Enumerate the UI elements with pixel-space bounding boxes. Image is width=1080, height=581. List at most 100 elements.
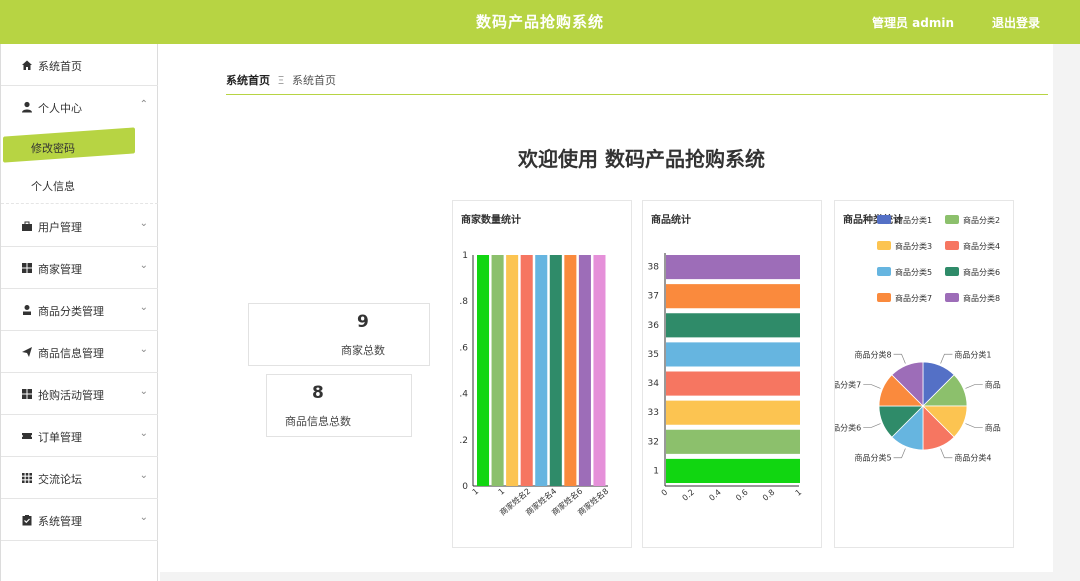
pie-label-line xyxy=(893,448,906,459)
sidebar-item-product-categories[interactable]: 商品分类管理 ⌄ xyxy=(1,289,158,331)
pie-label-line xyxy=(940,448,953,459)
bar-7 xyxy=(564,255,577,486)
bar-3 xyxy=(506,255,519,486)
bar-2 xyxy=(491,255,504,486)
y-tick-label: 35 xyxy=(648,350,659,360)
sidebar-item-merchants[interactable]: 商家管理 ⌄ xyxy=(1,247,158,289)
sidebar-item-personal-center[interactable]: 个人中心 ⌃ xyxy=(1,86,158,128)
bar-8 xyxy=(666,255,800,280)
bar-5 xyxy=(666,342,800,367)
sidebar-item-label: 系统管理 xyxy=(38,515,82,528)
breadcrumb-divider xyxy=(226,94,1048,95)
y-tick-label: .2 xyxy=(459,436,468,446)
bar-5 xyxy=(535,255,548,486)
person-icon xyxy=(23,305,31,315)
chevron-down-icon: ⌄ xyxy=(139,302,148,313)
welcome-title: 欢迎使用 数码产品抢购系统 xyxy=(518,147,765,171)
y-tick-label: 1 xyxy=(462,251,468,261)
legend-label: 商品分类4 xyxy=(963,241,1000,251)
chevron-down-icon: ⌄ xyxy=(139,344,148,355)
pie-slice-label: 商品 xyxy=(985,380,1001,390)
sidebar-item-label: 商品信息管理 xyxy=(38,347,104,360)
legend-label: 商品分类1 xyxy=(895,215,932,225)
sidebar-item-label: 商品分类管理 xyxy=(38,305,104,318)
chevron-down-icon: ⌄ xyxy=(139,470,148,481)
bar-9 xyxy=(593,255,606,486)
chart-panel-categories: 商品种类统计 商品分类1 商品分类2 商品分类3 商品分类4 商品分类5 商品分类6 商品分… xyxy=(834,200,1014,548)
legend-swatch xyxy=(945,215,959,224)
bar-7 xyxy=(666,284,800,309)
sidebar-item-home[interactable]: 系统首页 xyxy=(1,44,158,86)
pie-slice-label: 商品分类4 xyxy=(954,453,991,463)
sidebar-subitem-personal-info[interactable]: 个人信息 xyxy=(1,166,158,204)
x-tick-label: 0.8 xyxy=(761,488,777,503)
pie-label-line xyxy=(863,423,881,428)
breadcrumb-current: 系统首页 xyxy=(291,74,336,87)
y-tick-label: 34 xyxy=(648,379,660,389)
x-tick-label: 1 xyxy=(471,487,481,497)
chevron-up-icon: ⌃ xyxy=(139,99,148,110)
stat-card-merchants: 9 商家总数 xyxy=(248,303,430,366)
top-bar: 数码产品抢购系统 管理员 admin 退出登录 xyxy=(0,0,1080,44)
bar-1 xyxy=(477,255,490,486)
user-icon xyxy=(22,101,32,113)
y-tick-label: .6 xyxy=(459,343,468,353)
briefcase-icon xyxy=(22,221,32,231)
chevron-down-icon: ⌄ xyxy=(139,428,148,439)
y-tick-label: 1 xyxy=(653,466,659,476)
y-tick-label: 0 xyxy=(462,482,468,492)
legend-swatch xyxy=(945,293,959,302)
sidebar-item-label: 订单管理 xyxy=(38,431,82,444)
legend-label: 商品分类5 xyxy=(895,267,932,277)
logout-button[interactable]: 退出登录 xyxy=(992,14,1040,31)
x-tick-label: 0.4 xyxy=(707,488,723,503)
legend-swatch xyxy=(945,241,959,250)
legend-label: 商品分类7 xyxy=(895,293,932,303)
category-pie-chart: 商品分类1 商品分类2 商品分类3 商品分类4 商品分类5 商品分类6 商品分类7 商品分类8… xyxy=(835,215,1001,463)
y-tick-label: 37 xyxy=(648,292,659,302)
breadcrumb-home[interactable]: 系统首页 xyxy=(226,74,270,87)
ticket-icon xyxy=(22,433,32,439)
x-tick-label: 0 xyxy=(660,488,670,498)
chart-panel-merchants: 商家数量统计 0.2.4.6.8 1 1 1 商家姓名2 商家姓名4 商家姓名6 商家姓名8 xyxy=(452,200,632,548)
apps-icon xyxy=(22,473,32,483)
stat-value: 9 xyxy=(357,312,369,332)
legend-label: 商品分类8 xyxy=(963,293,1000,303)
y-tick-label: .4 xyxy=(459,390,468,400)
sidebar-item-forum[interactable]: 交流论坛 ⌄ xyxy=(1,457,158,499)
sidebar-item-label: 用户管理 xyxy=(38,221,82,234)
grid-icon xyxy=(22,263,32,273)
content-panel: 系统首页 Ξ 系统首页 欢迎使用 数码产品抢购系统 9 商家总数 8 商品信息总… xyxy=(160,44,1053,572)
product-hbar-chart: 1 32 33 34 35 36 37 38 0 0.2 0.4 0.6 0.8 1 xyxy=(648,253,803,503)
sidebar-item-users[interactable]: 用户管理 ⌄ xyxy=(1,205,158,247)
bar-2 xyxy=(666,429,800,454)
pie-label-line xyxy=(965,423,983,428)
chevron-down-icon: ⌄ xyxy=(139,218,148,229)
stat-caption: 商家总数 xyxy=(341,344,385,357)
pie-slice-label: 商品分类1 xyxy=(954,349,991,359)
y-tick-label: 32 xyxy=(648,437,659,447)
stat-caption: 商品信息总数 xyxy=(285,415,351,428)
sidebar-item-orders[interactable]: 订单管理 ⌄ xyxy=(1,415,158,457)
pie-slice-label: 品分类7 xyxy=(835,380,861,390)
legend-label: 商品分类6 xyxy=(963,267,1000,277)
sidebar-item-label: 系统首页 xyxy=(38,60,82,73)
legend-swatch xyxy=(877,215,891,224)
chevron-down-icon: ⌄ xyxy=(139,512,148,523)
sidebar-item-product-info[interactable]: 商品信息管理 ⌄ xyxy=(1,331,158,373)
sidebar-subitem-change-password[interactable]: 修改密码 xyxy=(1,127,158,166)
y-tick-label: 36 xyxy=(648,321,660,331)
sidebar: 系统首页 个人中心 ⌃ 修改密码 个人信息 用户管理 ⌄ 商家管理 ⌄ 商品分类… xyxy=(0,44,158,581)
bar-6 xyxy=(666,313,800,338)
sidebar-item-flash-sales[interactable]: 抢购活动管理 ⌄ xyxy=(1,373,158,415)
admin-user-label[interactable]: 管理员 admin xyxy=(872,14,954,31)
chevron-down-icon: ⌄ xyxy=(139,386,148,397)
sidebar-item-label: 交流论坛 xyxy=(38,473,82,486)
pie-slice-label: 商品 xyxy=(985,422,1001,432)
grid-icon xyxy=(22,389,32,399)
breadcrumb: 系统首页 Ξ 系统首页 xyxy=(226,72,336,88)
clipboard-icon xyxy=(22,515,32,526)
home-icon xyxy=(22,60,32,70)
legend-swatch xyxy=(877,267,891,276)
sidebar-item-system[interactable]: 系统管理 ⌄ xyxy=(1,499,158,541)
